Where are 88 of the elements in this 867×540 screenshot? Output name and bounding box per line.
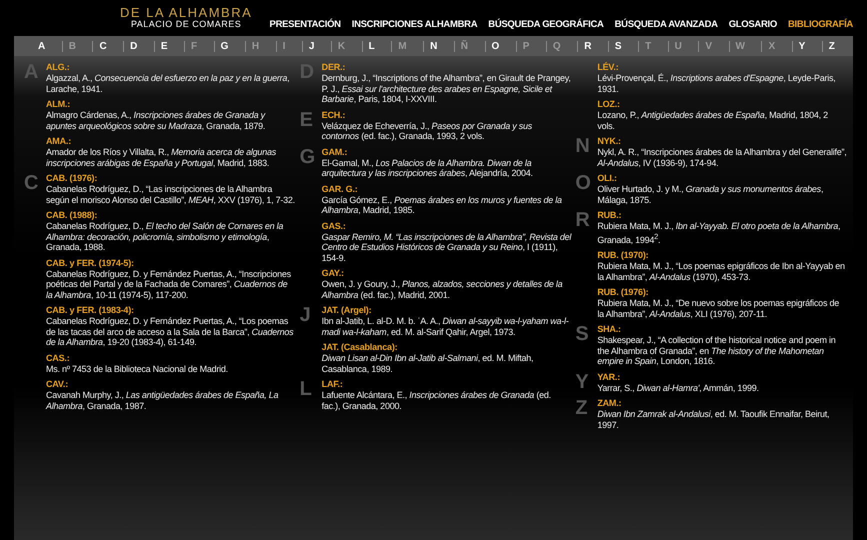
citation-key: RUB. (1976): bbox=[597, 287, 847, 298]
citation-key: ALM.: bbox=[46, 99, 296, 110]
citation-text: Cavanah Murphy, J., Las antigüedades árabes de España, La Alhambra, Granada, 1987. bbox=[46, 390, 280, 411]
citation-key: CAS.: bbox=[46, 352, 228, 364]
citation-key: CAV.: bbox=[46, 379, 296, 390]
citation-text: Almagro Cárdenas, A., Inscripciones árabes de Granada y apuntes arqueológicos sobre su Madraza, Granada, 1879. bbox=[46, 110, 266, 131]
citation-text: Rubiera Mata, M. J., “Los poemas epigráficos de Ibn al-Yayyab en la Alhambra”, Al-Andalus (1970), 453-73. bbox=[597, 261, 846, 282]
section-letter: J bbox=[300, 304, 311, 326]
citation-text: Cabanelas Rodríguez, D. y Fernández Puertas, A., “Los poemas de las tacas del arco de acceso a la Sala de la Barca”, Cuadernos de la Alhambra, 19-20 (1983-4), 61-149. bbox=[46, 316, 294, 348]
letter-link[interactable]: Y bbox=[792, 40, 812, 52]
letter-link[interactable]: Z bbox=[822, 40, 841, 52]
nav-link[interactable]: BÚSQUEDA GEOGRÁFICA bbox=[488, 19, 604, 30]
citation-key: LOZ.: bbox=[597, 99, 847, 110]
section-letter: Z bbox=[575, 397, 588, 419]
citation-key: NYK.: bbox=[597, 136, 847, 147]
citation-key: GAS.: bbox=[322, 220, 572, 232]
citation-key: RUB.: bbox=[597, 210, 847, 221]
citation-text: Cabanelas Rodríguez, D., El techo del Salón de Comares en la Alhambra: decoración, policromía, simbolismo y etimología, Granada, 1988. bbox=[46, 221, 284, 252]
section-letter: E bbox=[300, 108, 313, 130]
citation-key: JAT. (Casablanca): bbox=[322, 342, 572, 353]
letter-link[interactable]: C bbox=[92, 40, 113, 52]
citation-key: ALG.: bbox=[46, 62, 296, 73]
citation-text: Cabanelas Rodríguez, D., “Las inscripciones de la Alhambra según el morisco Alonso del Castillo”, MEAH, XXV (1976), 1, 7-32. bbox=[46, 184, 296, 205]
citation-key: GAR. G.: bbox=[322, 184, 572, 194]
citation-key: SHA.: bbox=[597, 324, 847, 335]
citation-text: Algazzal, A., Consecuencia del esfuerzo en la paz y en la guerra, Larache, 1941. bbox=[46, 73, 290, 94]
citation-text: El-Gamal, M., Los Palacios de la Alhambra. Diwan de la arquitectura y las inscripciones árabes, Alejandría, 2004. bbox=[322, 158, 534, 178]
letter-link[interactable]: G bbox=[214, 40, 234, 52]
citation-key: AMA.: bbox=[46, 136, 296, 147]
letter-link[interactable]: L bbox=[362, 40, 381, 52]
citation-text: Rubiera Mata, M. J., Ibn al-Yayyab. El otro poeta de la Alhambra, Granada, 1994$^{2}$. bbox=[597, 221, 842, 245]
citation-text: Amador de los Ríos y Villalta, R., Memoria acerca de algunas inscripciones arábigas de España y Portugal, Madrid, 1883. bbox=[46, 147, 277, 168]
citation-key: CAB. (1988): bbox=[46, 210, 296, 221]
citation-text: Owen, J. y Goury, J., Planos, alzados, secciones y detalles de la Alhambra (ed. fac.), Madrid, 2001. bbox=[322, 279, 564, 300]
citation-key: YAR.: bbox=[597, 372, 759, 382]
letter-link[interactable]: R bbox=[577, 40, 598, 52]
section-letter: L bbox=[300, 378, 312, 400]
citation-key: ECH.: bbox=[322, 110, 572, 120]
citation-text: Dernburg, J., “Inscriptions of the Alhambra”, en Girault de Prangey, P. J., Essai sur l'architecture des arabes en Espagne, Sicile et Barbarie, Paris, 1804, I-XXVIII. bbox=[322, 73, 572, 104]
section-letter: N bbox=[575, 135, 590, 157]
citation-text: Lozano, P., Antigüedades árabes de España, Madrid, 1804, 2 vols. bbox=[597, 110, 829, 131]
citation-text: García Gómez, E., Poemas árabes en los muros y fuentes de la Alhambra, Madrid, 1985. bbox=[322, 194, 563, 216]
section-letter: G bbox=[300, 146, 316, 168]
nav-link[interactable]: PRESENTACIÓN bbox=[270, 19, 341, 30]
citation-key: LAF.: bbox=[322, 379, 572, 390]
citation-text: Velázquez de Echeverría, J., Paseos por Granada y sus contornos (ed. fac.), Granada, 1993, 2 vols. bbox=[322, 120, 534, 142]
letter-link[interactable]: A bbox=[32, 40, 52, 52]
citation-key: DER.: bbox=[322, 62, 572, 73]
letter-link[interactable]: D bbox=[123, 40, 144, 52]
citation-text: Cabanelas Rodríguez, D. y Fernández Puertas, A., “Inscripciones poéticas del Partal y de la Fachada de Comares”, Cuadernos de la Alhambra, 10-11 (1974-5), 117-200. bbox=[46, 268, 292, 300]
citation-text: Ms. nº 7453 de la Biblioteca Nacional de Madrid. bbox=[46, 364, 228, 374]
citation-text: Yarrar, S., Diwan al-Hamra', Ammán, 1999. bbox=[597, 382, 759, 393]
citation-key: ZAM.: bbox=[597, 398, 847, 409]
citation-text: Shakespear, J., “A collection of the historical notice and poem in the Alhambra of Granada”, en The history of the Mahometan empire in Spain, London, 1816. bbox=[597, 335, 836, 366]
citation-text: Diwan Lisan al-Din Ibn al-Jatib al-Salmani, ed. M. Miftah, Casablanca, 1989. bbox=[322, 353, 534, 374]
citation-key: GAM.: bbox=[322, 146, 572, 158]
citation-text: Ibn al-Jatib, L. al-D. M. b. ʿA. A., Diwan al-sayyib wa-l-yaham wa-l-madi wa-l-kaham, ed. M. al-Sarif Qahir, Argel, 1973. bbox=[322, 316, 570, 337]
letter-link[interactable]: J bbox=[302, 40, 320, 52]
citation-key: GAY.: bbox=[322, 268, 572, 279]
citation-text: Gaspar Remiro, M. “Las inscripciones de la Alhambra”, Revista del Centro de Estudios Históricos de Granada y su Reino, I (1911), 154-9. bbox=[322, 232, 572, 263]
section-letter: C bbox=[24, 172, 38, 194]
letter-link[interactable]: N bbox=[423, 40, 444, 52]
citation-text: Rubiera Mata, M. J., “De nuevo sobre los poemas epigráficos de la Alhambra”, Al-Andalus, XLI (1976), 207-11. bbox=[597, 298, 840, 319]
letter-link[interactable]: S bbox=[608, 40, 628, 52]
logo-title: DE LA ALHAMBRA bbox=[120, 6, 252, 19]
citation-key: CAB. (1976): bbox=[46, 173, 296, 184]
citation-key: OLI.: bbox=[597, 173, 847, 184]
nav-link[interactable]: BÚSQUEDA AVANZADA bbox=[614, 19, 718, 30]
citation-key: JAT. (Argel): bbox=[322, 305, 572, 316]
nav-link[interactable]: INSCRIPCIONES ALHAMBRA bbox=[352, 19, 478, 30]
section-letter: O bbox=[575, 172, 591, 194]
citation-text: Lafuente Alcántara, E., Inscripciones árabes de Granada (ed. fac.), Granada, 2000. bbox=[322, 390, 552, 411]
section-letter: Y bbox=[575, 370, 589, 392]
citation-key: LÉV.: bbox=[597, 62, 847, 73]
logo-subtitle: PALACIO DE COMARES bbox=[130, 19, 242, 30]
citation-key: CAB. y FER. (1974-5): bbox=[46, 258, 296, 268]
citation-key: CAB. y FER. (1983-4): bbox=[46, 305, 296, 316]
letter-link[interactable]: O bbox=[484, 40, 506, 52]
nav-link[interactable]: GLOSARIO bbox=[728, 19, 777, 30]
nav-link[interactable]: BIBLIOGRAFÍA bbox=[788, 19, 853, 30]
citation-text: Diwan Ibn Zamrak al-Andalusi, ed. M. Taoufik Ennaifar, Beirut, 1997. bbox=[597, 409, 830, 430]
section-letter: S bbox=[575, 323, 589, 345]
citation-key: RUB. (1970): bbox=[597, 250, 847, 261]
citation-text: Nykl, A. R., “Inscripciones árabes de la Alhambra y del Generalife”, Al-Andalus, IV (1936-9), 174-94. bbox=[597, 147, 847, 168]
citation-text: Lévi-Provençal, É., Inscriptions arabes d'Espagne, Leyde-Paris, 1931. bbox=[597, 73, 836, 94]
letter-link[interactable]: E bbox=[154, 40, 174, 52]
citation-text: Oliver Hurtado, J. y M., Granada y sus monumentos árabes, Málaga, 1875. bbox=[597, 184, 824, 205]
section-letter: R bbox=[575, 209, 590, 231]
